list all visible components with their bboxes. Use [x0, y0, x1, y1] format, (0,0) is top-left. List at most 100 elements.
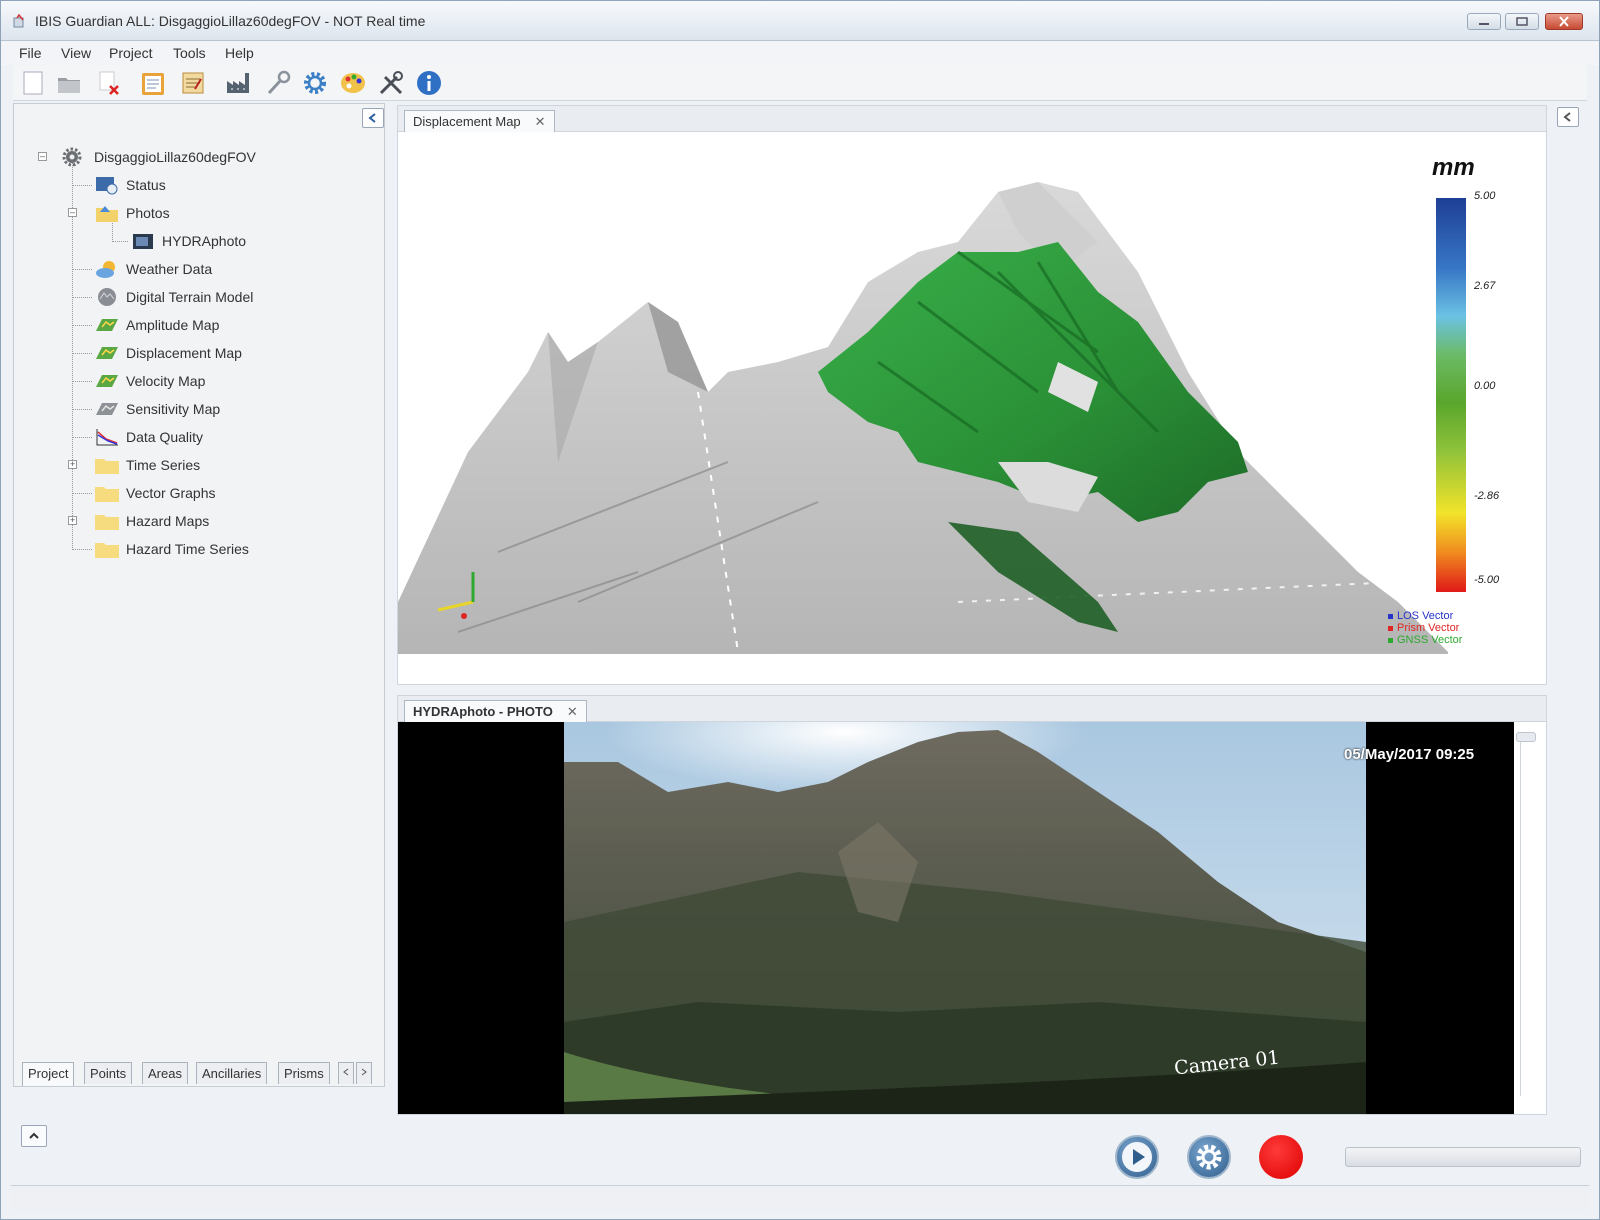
tools-icon[interactable]: [377, 69, 405, 97]
tab-scroll-right[interactable]: [356, 1062, 372, 1084]
probe-icon[interactable]: [265, 69, 293, 97]
expand-bottom-button[interactable]: [21, 1125, 47, 1147]
legend-label: GNSS Vector: [1397, 634, 1463, 646]
expand-toggle[interactable]: +: [68, 460, 77, 469]
tree-item-digital-terrain-model[interactable]: Digital Terrain Model: [72, 284, 372, 310]
tab-points[interactable]: Points: [84, 1062, 133, 1084]
tree-item-weather-data[interactable]: Weather Data: [72, 256, 372, 282]
collapse-toggle[interactable]: –: [38, 152, 47, 161]
open-folder-icon[interactable]: [55, 69, 83, 97]
tab-displacement-map[interactable]: Displacement Map ✕: [404, 110, 555, 132]
play-button[interactable]: [1115, 1135, 1159, 1179]
tree-item-label: Time Series: [126, 457, 201, 473]
colorbar-tick: 2.67: [1474, 280, 1496, 292]
photo-tab-strip: HYDRAphoto - PHOTO ✕: [398, 696, 1546, 722]
toolbar: [13, 65, 1587, 101]
menu-view[interactable]: View: [61, 45, 91, 61]
palette-icon[interactable]: [339, 69, 367, 97]
tree-item-photos[interactable]: – Photos: [68, 200, 372, 226]
notes-icon[interactable]: [179, 69, 207, 97]
tree-item-label: Amplitude Map: [126, 317, 220, 333]
collapse-left-button[interactable]: [362, 108, 384, 128]
tree-item-label: Status: [126, 177, 166, 193]
menu-file[interactable]: File: [19, 45, 42, 61]
record-button[interactable]: [1259, 1135, 1303, 1179]
tab-hydraphoto[interactable]: HYDRAphoto - PHOTO ✕: [404, 700, 587, 722]
chart-icon: [96, 429, 118, 446]
left-panel-tabs: Project Points Areas Ancillaries Prisms: [22, 1058, 384, 1086]
tree-item-label: Digital Terrain Model: [126, 289, 254, 305]
tree-item-displacement-map[interactable]: Displacement Map: [72, 340, 372, 366]
tab-prisms[interactable]: Prisms: [278, 1062, 330, 1084]
progress-bar: [1345, 1147, 1581, 1167]
gear-icon[interactable]: [301, 69, 329, 97]
play-icon: [1122, 1142, 1152, 1172]
close-icon[interactable]: ✕: [567, 704, 578, 720]
displacement-3d-view[interactable]: mm 5.00 2.67 0.00 -2.86 -5.00 LOS Vector…: [398, 132, 1546, 684]
tree-root[interactable]: – DisgaggioLillaz60degFOV: [34, 144, 374, 170]
tree-line: [72, 325, 92, 326]
close-icon[interactable]: ✕: [535, 114, 546, 130]
tree-item-amplitude-map[interactable]: Amplitude Map: [72, 312, 372, 338]
tree-item-status[interactable]: Status: [72, 172, 372, 198]
legend-los-vector: LOS Vector: [1388, 610, 1453, 622]
displacement-map-panel: Displacement Map ✕ mm 5.00 2.67 0.00 -2.…: [397, 105, 1547, 685]
collapse-right-button[interactable]: [1557, 107, 1579, 127]
minimize-button[interactable]: [1467, 13, 1501, 30]
tree-item-vector-graphs[interactable]: Vector Graphs: [72, 480, 372, 506]
camera-photo[interactable]: 05/May/2017 09:25 Camera 01: [398, 722, 1514, 1114]
expand-toggle[interactable]: +: [68, 516, 77, 525]
close-project-icon[interactable]: [95, 69, 123, 97]
tree-line: [72, 381, 92, 382]
tab-areas[interactable]: Areas: [142, 1062, 188, 1084]
tab-project[interactable]: Project: [22, 1062, 75, 1086]
legend-swatch: [1388, 625, 1393, 631]
tree-item-label: Weather Data: [126, 261, 213, 277]
chevron-left-icon: [1563, 112, 1571, 122]
menu-help[interactable]: Help: [225, 45, 254, 61]
settings-button[interactable]: [1187, 1135, 1231, 1179]
maximize-button[interactable]: [1505, 13, 1539, 30]
tree-line: [72, 269, 92, 270]
factory-icon[interactable]: [225, 69, 253, 97]
gear-icon: [1196, 1144, 1222, 1170]
colorbar-tick: -5.00: [1474, 574, 1500, 586]
colorbar-tick: -2.86: [1474, 490, 1500, 502]
colorbar-tick: 0.00: [1474, 380, 1496, 392]
chevron-up-icon: [29, 1132, 39, 1139]
camera-icon: [133, 234, 153, 249]
tree-item-hazard-maps[interactable]: + Hazard Maps: [68, 508, 372, 534]
tree-item-time-series[interactable]: + Time Series: [68, 452, 372, 478]
terrain-render[interactable]: [398, 132, 1546, 684]
map-icon: [96, 319, 118, 331]
legend-swatch: [1388, 637, 1393, 643]
info-icon[interactable]: [415, 69, 443, 97]
legend-label: Prism Vector: [1397, 622, 1460, 634]
close-button[interactable]: [1545, 13, 1583, 30]
app-icon: [13, 14, 24, 28]
new-file-icon[interactable]: [19, 69, 47, 97]
tree-item-hazard-time-series[interactable]: Hazard Time Series: [72, 536, 372, 562]
tab-scroll-left[interactable]: [338, 1062, 354, 1084]
menu-project[interactable]: Project: [109, 45, 153, 61]
project-tree: – DisgaggioLillaz60degFOV Status – Photo…: [14, 140, 384, 1040]
folder-icon: [95, 515, 119, 530]
window-title: IBIS Guardian ALL: DisgaggioLillaz60degF…: [35, 13, 426, 29]
clipboard-icon[interactable]: [139, 69, 167, 97]
tree-item-sensitivity-map[interactable]: Sensitivity Map: [72, 396, 372, 422]
map-icon: [96, 347, 118, 359]
tree-line: [72, 437, 92, 438]
tree-item-label: Hazard Time Series: [126, 541, 249, 557]
photo-scrollbar-thumb[interactable]: [1516, 732, 1536, 742]
collapse-toggle[interactable]: –: [68, 208, 77, 217]
tree-item-hydraphoto[interactable]: HYDRAphoto: [112, 228, 372, 254]
menu-tools[interactable]: Tools: [173, 45, 206, 61]
tab-ancillaries[interactable]: Ancillaries: [196, 1062, 268, 1084]
legend-gnss-vector: GNSS Vector: [1388, 634, 1462, 646]
tree-item-label: Velocity Map: [126, 373, 206, 389]
title-bar: IBIS Guardian ALL: DisgaggioLillaz60degF…: [1, 1, 1599, 41]
photo-scrollbar[interactable]: [1520, 736, 1534, 1096]
map-icon: [96, 375, 118, 387]
tree-item-velocity-map[interactable]: Velocity Map: [72, 368, 372, 394]
tree-item-data-quality[interactable]: Data Quality: [72, 424, 372, 450]
